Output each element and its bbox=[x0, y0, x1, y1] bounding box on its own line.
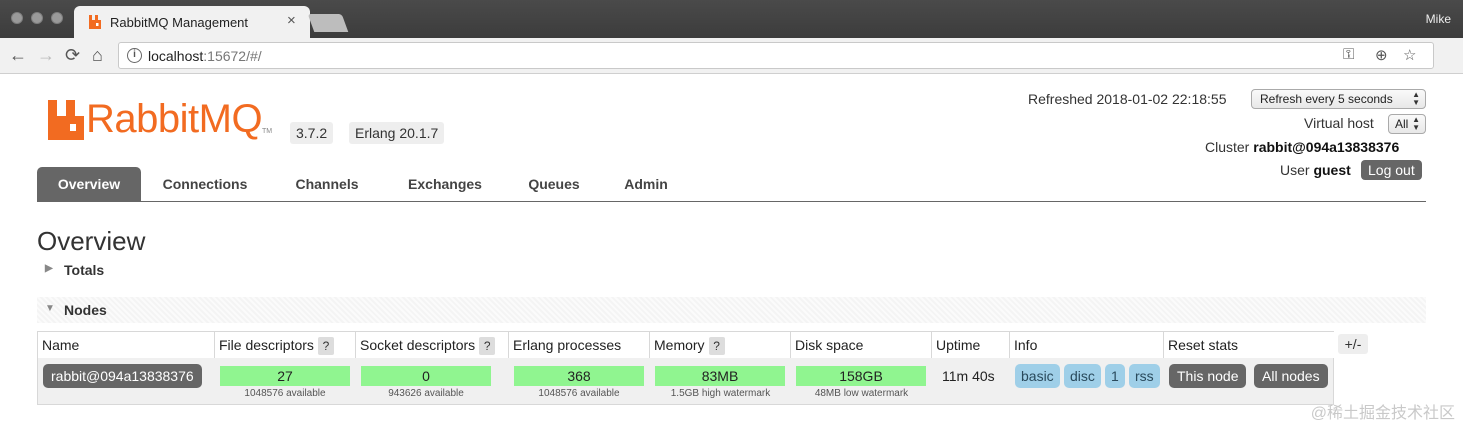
back-icon[interactable]: ← bbox=[9, 44, 27, 66]
tab-queues[interactable]: Queues bbox=[519, 167, 589, 202]
new-tab-button[interactable] bbox=[307, 14, 349, 32]
select-arrows-icon: ▲ ▼ bbox=[1412, 90, 1420, 107]
disk-space-watermark: 48MB low watermark bbox=[814, 388, 909, 399]
page-title: Overview bbox=[37, 226, 146, 256]
tab-admin[interactable]: Admin bbox=[615, 167, 677, 202]
site-info-icon[interactable]: i bbox=[127, 48, 142, 63]
header-file-descriptors: File descriptors? bbox=[215, 332, 356, 358]
url-path: :15672/#/ bbox=[203, 48, 262, 64]
nodes-section-toggle[interactable]: ▼ Nodes bbox=[37, 297, 1426, 323]
info-badge-basic: basic bbox=[1015, 364, 1060, 388]
header-name: Name bbox=[38, 332, 215, 358]
browser-titlebar: RabbitMQ Management × Mike bbox=[0, 0, 1463, 38]
header-reset-stats: Reset stats bbox=[1164, 332, 1334, 358]
url-text[interactable]: localhost:15672/#/ bbox=[148, 48, 262, 64]
help-icon[interactable]: ? bbox=[708, 337, 725, 356]
browser-tab[interactable]: RabbitMQ Management × bbox=[74, 6, 310, 38]
refresh-interval-select[interactable]: Refresh every 5 seconds ▲ ▼ bbox=[1251, 89, 1426, 109]
cluster-label: Cluster bbox=[1205, 139, 1250, 155]
socket-descriptors-bar: 0 bbox=[361, 366, 491, 386]
disk-space-bar: 158GB bbox=[796, 366, 926, 386]
collapsed-triangle-icon: ▶ bbox=[45, 263, 53, 274]
nodes-label: Nodes bbox=[64, 302, 107, 318]
key-icon[interactable]: ⚿ bbox=[1343, 46, 1354, 63]
memory-bar: 83MB bbox=[655, 366, 785, 386]
version-badge: 3.7.2 bbox=[290, 122, 334, 144]
memory-watermark: 1.5GB high watermark bbox=[670, 388, 771, 399]
header-socket-descriptors: Socket descriptors? bbox=[356, 332, 509, 358]
tab-title: RabbitMQ Management bbox=[110, 15, 249, 30]
virtual-host-select[interactable]: All ▲ ▼ bbox=[1388, 114, 1426, 134]
header-file-descriptors-label: File descriptors bbox=[219, 337, 314, 353]
tab-connections[interactable]: Connections bbox=[155, 167, 255, 202]
info-badge-rss: rss bbox=[1129, 364, 1160, 388]
info-badge-count: 1 bbox=[1105, 364, 1125, 388]
logo-trademark: TM bbox=[262, 128, 273, 135]
uptime-value: 11m 40s bbox=[942, 368, 995, 384]
zoom-window-button[interactable] bbox=[51, 12, 63, 24]
columns-toggle-button[interactable]: +/- bbox=[1338, 334, 1368, 354]
header-memory-label: Memory bbox=[654, 337, 705, 353]
file-descriptors-bar: 27 bbox=[220, 366, 350, 386]
header-disk-space: Disk space bbox=[791, 332, 932, 358]
tab-overview[interactable]: Overview bbox=[37, 167, 141, 202]
address-bar[interactable]: i localhost:15672/#/ ⚿ ⊕ ☆ bbox=[118, 42, 1434, 69]
rabbitmq-favicon-icon bbox=[89, 15, 101, 29]
expanded-triangle-icon: ▼ bbox=[45, 303, 55, 314]
reload-icon[interactable]: ⟳ bbox=[65, 44, 80, 66]
zoom-icon[interactable]: ⊕ bbox=[1375, 46, 1388, 64]
tab-exchanges[interactable]: Exchanges bbox=[397, 167, 493, 202]
refreshed-label: Refreshed bbox=[1028, 91, 1093, 107]
refreshed-status: Refreshed 2018-01-02 22:18:55 bbox=[1028, 91, 1226, 107]
help-icon[interactable]: ? bbox=[317, 337, 334, 356]
header-info: Info bbox=[1010, 332, 1164, 358]
reset-this-node-button[interactable]: This node bbox=[1169, 364, 1247, 388]
profile-name[interactable]: Mike bbox=[1426, 12, 1451, 26]
nodes-table: Name File descriptors? Socket descriptor… bbox=[37, 331, 1334, 405]
header-uptime: Uptime bbox=[932, 332, 1010, 358]
help-icon[interactable]: ? bbox=[479, 337, 496, 356]
erlang-version-badge: Erlang 20.1.7 bbox=[349, 122, 445, 144]
select-arrows-icon: ▲ ▼ bbox=[1412, 115, 1420, 132]
erlang-processes-available: 1048576 available bbox=[538, 388, 620, 399]
virtual-host-label: Virtual host bbox=[1304, 115, 1374, 131]
refresh-interval-value: Refresh every 5 seconds bbox=[1260, 92, 1393, 106]
forward-icon[interactable]: → bbox=[37, 44, 55, 66]
totals-label: Totals bbox=[64, 262, 105, 278]
virtual-host-value: All bbox=[1395, 117, 1409, 131]
reset-all-nodes-button[interactable]: All nodes bbox=[1254, 364, 1328, 388]
home-icon[interactable]: ⌂ bbox=[92, 44, 103, 66]
browser-toolbar: ← → ⟳ ⌂ i localhost:15672/#/ ⚿ ⊕ ☆ bbox=[0, 38, 1463, 74]
totals-section-toggle[interactable]: ▶ Totals bbox=[37, 257, 1426, 283]
erlang-processes-bar: 368 bbox=[514, 366, 644, 386]
rabbitmq-logo-icon bbox=[48, 100, 84, 140]
header-socket-descriptors-label: Socket descriptors bbox=[360, 337, 476, 353]
header-memory: Memory? bbox=[650, 332, 791, 358]
header-erlang-processes: Erlang processes bbox=[509, 332, 650, 358]
main-tabs: Overview Connections Channels Exchanges … bbox=[37, 167, 1426, 202]
cluster-info: Cluster rabbit@094a13838376 bbox=[1205, 139, 1399, 155]
watermark-text: @稀土掘金技术社区 bbox=[1310, 405, 1455, 422]
file-descriptors-available: 1048576 available bbox=[244, 388, 326, 399]
bookmark-star-icon[interactable]: ☆ bbox=[1403, 46, 1416, 64]
minimize-window-button[interactable] bbox=[31, 12, 43, 24]
info-badge-disc: disc bbox=[1064, 364, 1101, 388]
cluster-name: rabbit@094a13838376 bbox=[1253, 139, 1400, 155]
logo-wordmark: RabbitMQ bbox=[86, 97, 263, 141]
socket-descriptors-available: 943626 available bbox=[388, 388, 464, 399]
url-host: localhost bbox=[148, 48, 204, 64]
node-name-link[interactable]: rabbit@094a13838376 bbox=[43, 364, 202, 388]
tab-channels[interactable]: Channels bbox=[287, 167, 367, 202]
refreshed-time: 2018-01-02 22:18:55 bbox=[1096, 91, 1227, 107]
close-window-button[interactable] bbox=[11, 12, 23, 24]
tab-close-icon[interactable]: × bbox=[287, 12, 296, 29]
